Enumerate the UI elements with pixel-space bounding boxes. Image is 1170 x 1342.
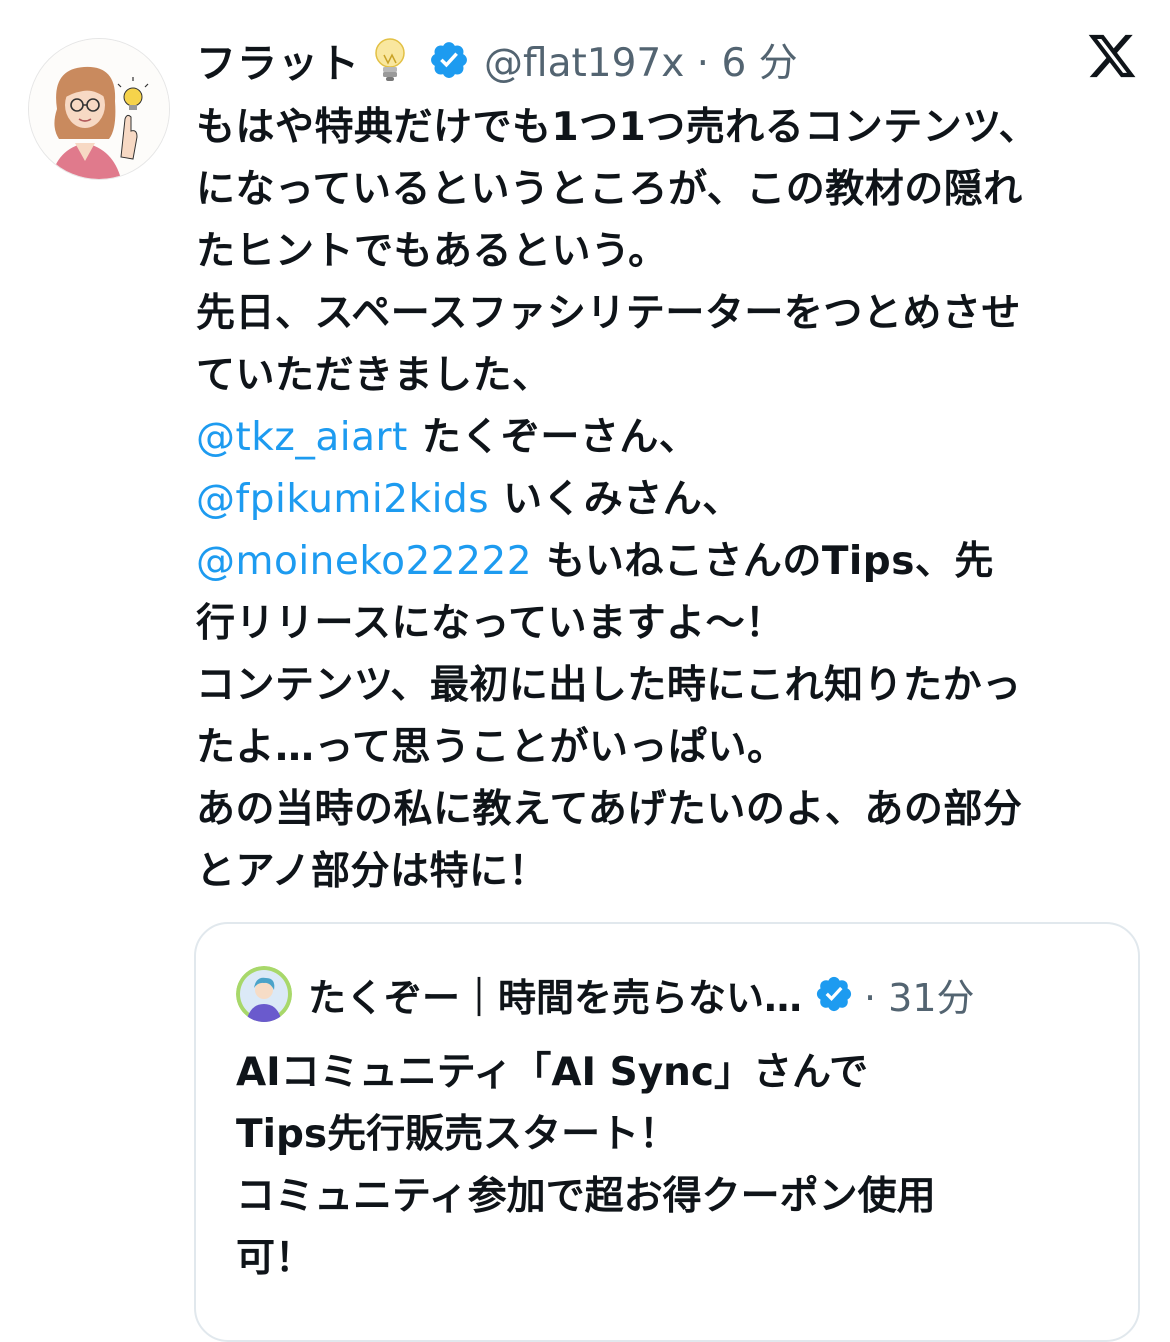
quoted-author-display-name[interactable]: たくぞー｜時間を売らない… (308, 967, 802, 1022)
quoted-tweet-text-line: AIコミュニティ「AI Sync」さんで (236, 1050, 869, 1095)
tweet-text-line: @moineko22222 もいねこさんのTips、先 (196, 531, 1146, 593)
tweet-text: もはや特典だけでも1つ1つ売れるコンテンツ、 になっているというところが、この教材… (196, 97, 1146, 903)
quoted-tweet-text-line: コミュニティ参加で超お得クーポン使用 (236, 1174, 936, 1219)
verified-badge-icon[interactable] (814, 974, 854, 1014)
tweet-text-line: @fpikumi2kids いくみさん、 (196, 469, 1146, 531)
tweet-text-line: @tkz_aiart たくぞーさん、 (196, 407, 1146, 469)
mention-link[interactable]: @fpikumi2kids (196, 477, 489, 522)
quoted-tweet-header: たくぞー｜時間を売らない… · 31分 (236, 966, 975, 1022)
author-avatar[interactable] (28, 38, 170, 180)
tweet-text-segment: あの当時の私に教えてあげたいのよ、あの部分 (196, 787, 1023, 832)
tweet-text-segment: 行リリースになっていますよ〜！ (196, 601, 785, 646)
author-handle-and-time[interactable]: @flat197x · 6 分 (484, 32, 798, 88)
tweet-text-line: あの当時の私に教えてあげたいのよ、あの部分 (196, 779, 1146, 841)
tweet-text-line: たヒントでもあるという。 (196, 221, 1146, 283)
tweet-text-line: になっているというところが、この教材の隠れ (196, 159, 1146, 221)
verified-badge-icon[interactable] (428, 39, 470, 81)
tweet-header: フラット @flat197x · 6 分 (196, 30, 798, 90)
quoted-tweet-text-line: Tips先行販売スタート！ (236, 1112, 679, 1157)
tweet-text-segment: になっているというところが、この教材の隠れ (196, 167, 1023, 212)
tweet-text-segment: いくみさん、 (489, 477, 742, 522)
tweet-text-segment: ていただきました、 (196, 353, 552, 398)
quoted-tweet-text: AIコミュニティ「AI Sync」さんで Tips先行販売スタート！ コミュニティ参… (236, 1042, 1096, 1290)
tweet-text-line: とアノ部分は特に！ (196, 841, 1146, 903)
tweet-text-line: 行リリースになっていますよ〜！ (196, 593, 1146, 655)
mention-link[interactable]: @moineko22222 (196, 539, 532, 584)
tweet-text-segment: たヒントでもあるという。 (196, 229, 668, 274)
lightbulb-emoji-icon (375, 38, 405, 81)
author-display-name[interactable]: フラット (196, 31, 360, 89)
tweet-text-line: たよ…って思うことがいっぱい。 (196, 717, 1146, 779)
quoted-tweet-card[interactable]: たくぞー｜時間を売らない… · 31分 AIコミュニティ「AI Sync」さんで… (194, 922, 1140, 1342)
quoted-tweet-text-line: 可！ (236, 1236, 315, 1281)
tweet-text-line: もはや特典だけでも1つ1つ売れるコンテンツ、 (196, 97, 1146, 159)
mention-link[interactable]: @tkz_aiart (196, 415, 408, 460)
tweet-text-segment: コンテンツ、最初に出した時にこれ知りたかっ (196, 663, 1022, 708)
tweet-text-line: 先日、スペースファシリテーターをつとめさせ (196, 283, 1146, 345)
x-logo-icon[interactable] (1086, 30, 1138, 82)
tweet-text-segment: たくぞーさん、 (407, 415, 699, 460)
quoted-author-avatar[interactable] (236, 966, 292, 1022)
tweet-text-line: コンテンツ、最初に出した時にこれ知りたかっ (196, 655, 1146, 717)
tweet-text-segment: とアノ部分は特に！ (196, 849, 548, 894)
tweet-text-segment: もはや特典だけでも1つ1つ売れるコンテンツ、 (196, 105, 1039, 150)
tweet-text-segment: たよ…って思うことがいっぱい。 (196, 725, 787, 770)
tweet-text-line: ていただきました、 (196, 345, 1146, 407)
tweet-text-segment: 先日、スペースファシリテーターをつとめさせ (196, 291, 1021, 336)
tweet-text-segment: もいねこさんのTips、先 (532, 539, 994, 584)
quoted-tweet-time[interactable]: · 31分 (864, 967, 975, 1022)
